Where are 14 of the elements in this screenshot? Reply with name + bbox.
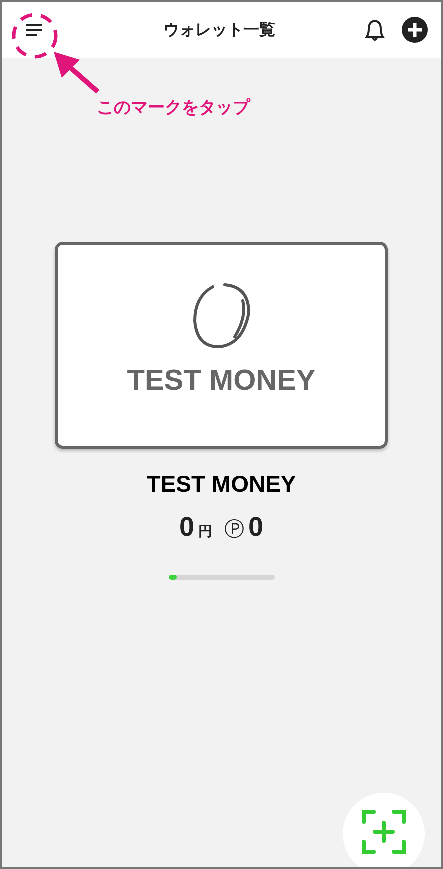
- currency-unit: 円: [198, 523, 212, 541]
- highlight-circle: [11, 12, 59, 60]
- balance-amount: 0: [179, 512, 194, 543]
- instruction-text: このマークをタップ: [97, 97, 250, 119]
- header-title: ウォレット一覧: [162, 20, 276, 40]
- point-mark: Ⓟ: [224, 516, 244, 543]
- pointer-arrow: [52, 50, 102, 96]
- scan-plus-icon: [361, 809, 407, 855]
- wallet-card[interactable]: TEST MONEY: [55, 242, 388, 449]
- card-name: TEST MONEY: [127, 365, 316, 398]
- point-amount: 0: [248, 512, 264, 543]
- add-icon[interactable]: [399, 14, 431, 46]
- menu-icon[interactable]: [25, 24, 43, 36]
- wallet-name: TEST MONEY: [146, 471, 296, 498]
